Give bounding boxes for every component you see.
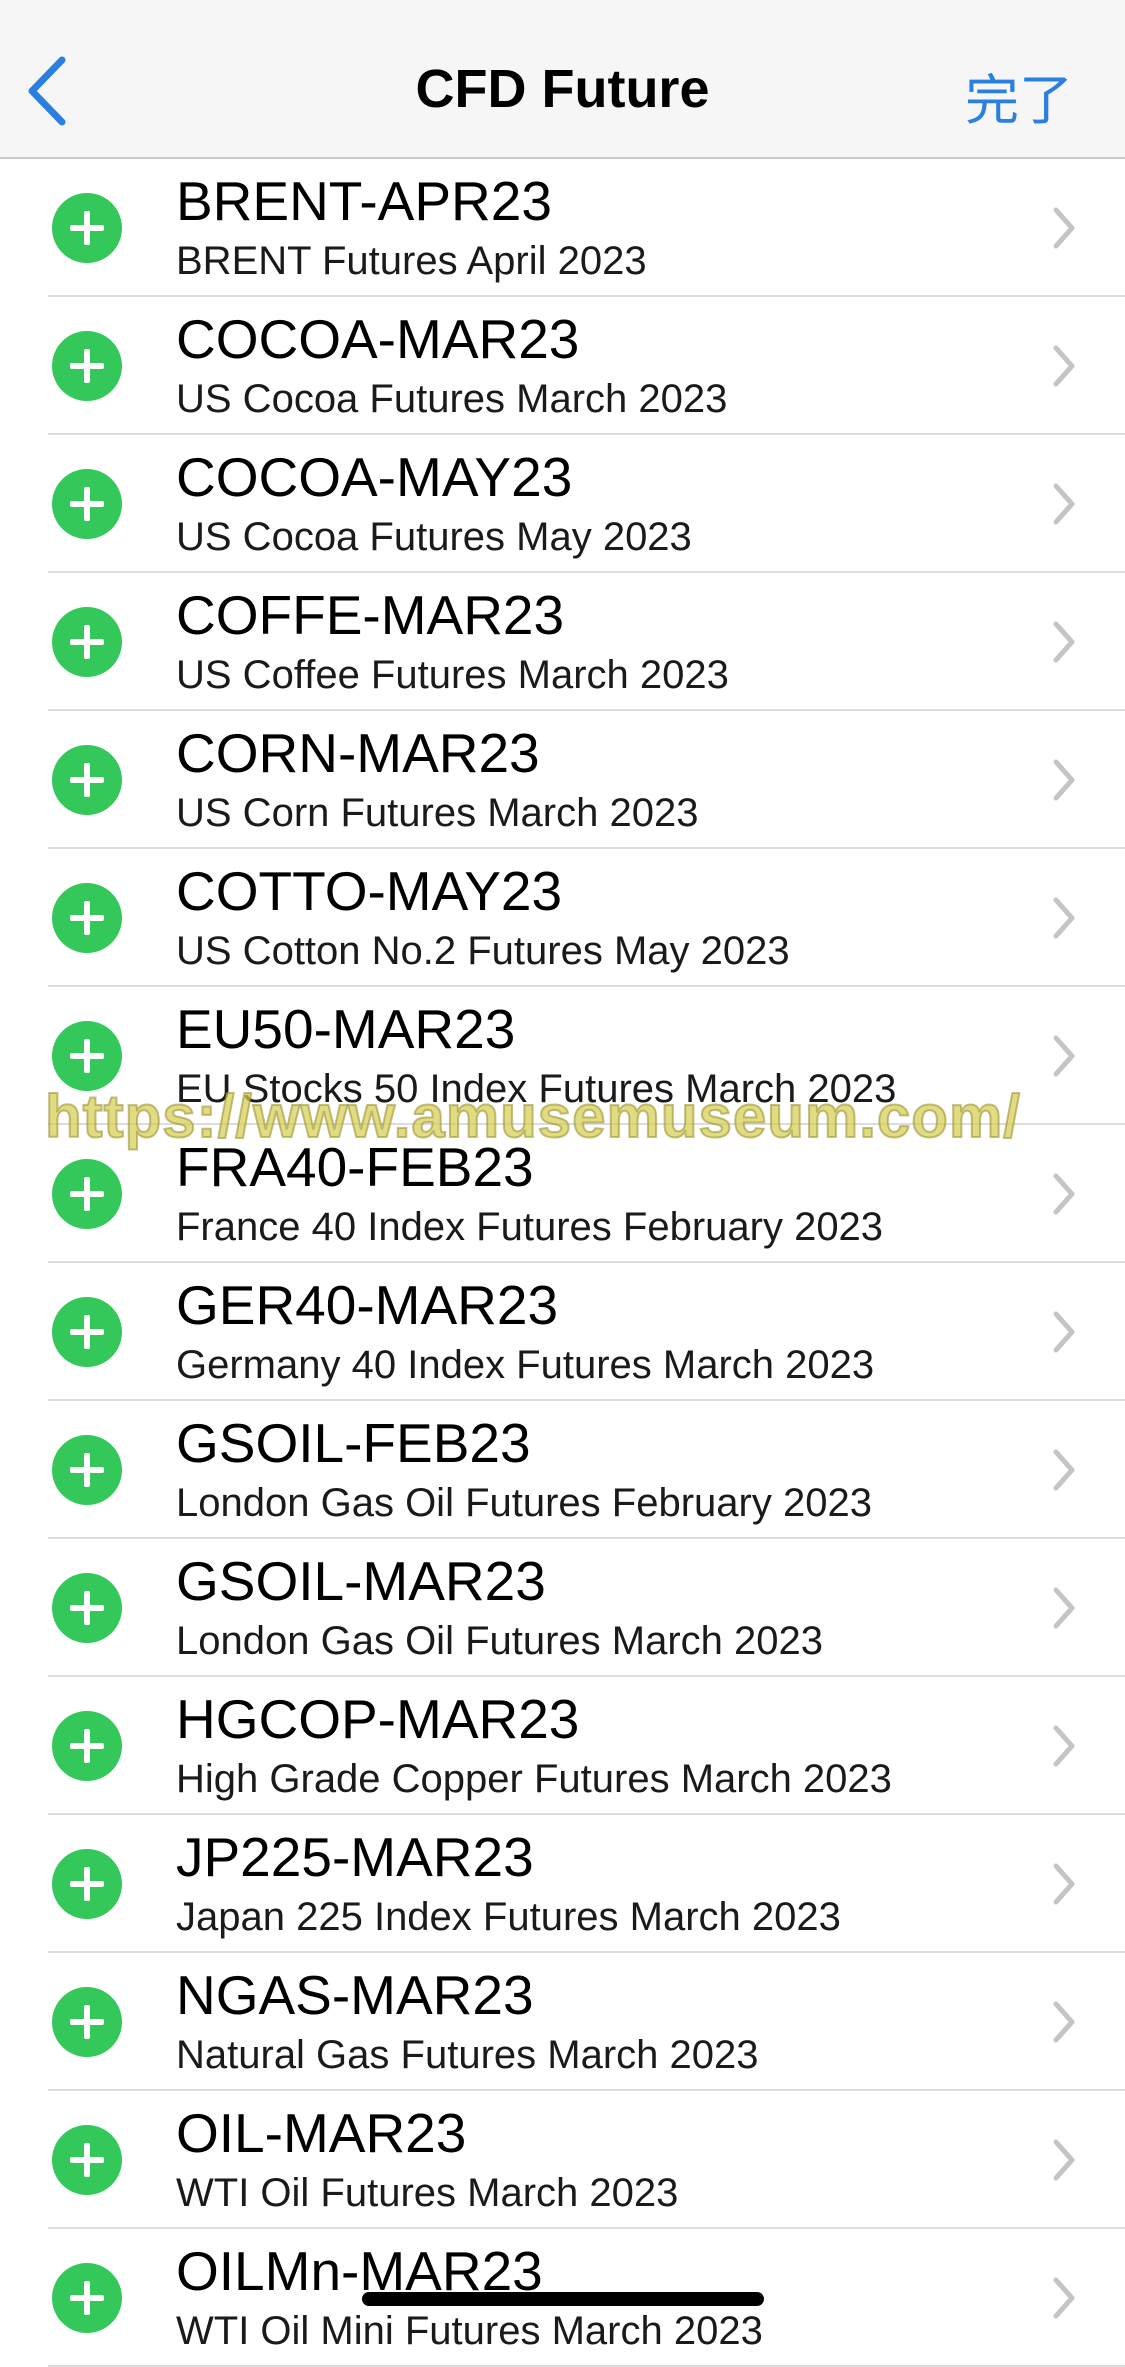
description-label: US Coffee Futures March 2023 (176, 653, 729, 697)
description-label: London Gas Oil Futures February 2023 (176, 1481, 872, 1525)
list-item[interactable]: COFFE-MAR23 US Coffee Futures March 2023 (0, 573, 1125, 711)
description-label: Natural Gas Futures March 2023 (176, 2033, 759, 2077)
chevron-right-icon (1053, 2139, 1075, 2181)
chevron-right-icon (1053, 1863, 1075, 1905)
list-item[interactable]: GSOIL-MAR23 London Gas Oil Futures March … (0, 1539, 1125, 1677)
list-item[interactable]: GER40-MAR23 Germany 40 Index Futures Marc… (0, 1263, 1125, 1401)
chevron-right-icon (1053, 759, 1075, 801)
add-circle-icon[interactable] (52, 1021, 122, 1091)
description-label: London Gas Oil Futures March 2023 (176, 1619, 824, 1663)
add-circle-icon[interactable] (52, 883, 122, 953)
symbol-label: COTTO-MAY23 (176, 860, 563, 922)
add-circle-icon[interactable] (52, 2125, 122, 2195)
description-label: US Cotton No.2 Futures May 2023 (176, 929, 790, 973)
futures-list: BRENT-APR23 BRENT Futures April 2023 COCOA… (0, 159, 1125, 2367)
description-label: High Grade Copper Futures March 2023 (176, 1757, 892, 1801)
list-item[interactable]: JP225-MAR23 Japan 225 Index Futures March… (0, 1815, 1125, 1953)
navigation-bar: CFD Future 完了 (0, 0, 1125, 159)
add-circle-icon[interactable] (52, 1849, 122, 1919)
chevron-right-icon (1053, 207, 1075, 249)
description-label: US Cocoa Futures May 2023 (176, 515, 692, 559)
watermark-text: https://www.amusemuseum.com/ (44, 1082, 1021, 1151)
symbol-label: COCOA-MAR23 (176, 308, 580, 370)
symbol-label: HGCOP-MAR23 (176, 1688, 580, 1750)
symbol-label: CORN-MAR23 (176, 722, 540, 784)
chevron-right-icon (1053, 1311, 1075, 1353)
add-circle-icon[interactable] (52, 1711, 122, 1781)
description-label: WTI Oil Mini Futures March 2023 (176, 2309, 763, 2353)
list-item[interactable]: HGCOP-MAR23 High Grade Copper Futures Mar… (0, 1677, 1125, 1815)
symbol-label: NGAS-MAR23 (176, 1964, 534, 2026)
chevron-right-icon (1053, 1725, 1075, 1767)
chevron-right-icon (1053, 483, 1075, 525)
add-circle-icon[interactable] (52, 1573, 122, 1643)
chevron-right-icon (1053, 1449, 1075, 1491)
chevron-right-icon (1053, 1035, 1075, 1077)
description-label: France 40 Index Futures February 2023 (176, 1205, 884, 1249)
list-item[interactable]: GSOIL-FEB23 London Gas Oil Futures Februa… (0, 1401, 1125, 1539)
add-circle-icon[interactable] (52, 1435, 122, 1505)
symbol-label: GSOIL-MAR23 (176, 1550, 546, 1612)
list-item[interactable]: COCOA-MAY23 US Cocoa Futures May 2023 (0, 435, 1125, 573)
add-circle-icon[interactable] (52, 331, 122, 401)
add-circle-icon[interactable] (52, 745, 122, 815)
list-item[interactable]: BRENT-APR23 BRENT Futures April 2023 (0, 159, 1125, 297)
chevron-right-icon (1053, 1587, 1075, 1629)
chevron-right-icon (1053, 897, 1075, 939)
symbol-label: EU50-MAR23 (176, 998, 516, 1060)
chevron-right-icon (1053, 621, 1075, 663)
description-label: BRENT Futures April 2023 (176, 239, 647, 283)
page-title: CFD Future (415, 59, 710, 119)
description-label: Japan 225 Index Futures March 2023 (176, 1895, 841, 1939)
add-circle-icon[interactable] (52, 1159, 122, 1229)
add-circle-icon[interactable] (52, 2263, 122, 2333)
chevron-right-icon (1053, 345, 1075, 387)
symbol-label: COFFE-MAR23 (176, 584, 565, 646)
chevron-right-icon (1053, 2001, 1075, 2043)
symbol-label: JP225-MAR23 (176, 1826, 534, 1888)
home-indicator (362, 2292, 764, 2306)
description-label: US Cocoa Futures March 2023 (176, 377, 728, 421)
list-item[interactable]: COTTO-MAY23 US Cotton No.2 Futures May 20… (0, 849, 1125, 987)
symbol-label: GER40-MAR23 (176, 1274, 559, 1336)
list-item[interactable]: CORN-MAR23 US Corn Futures March 2023 (0, 711, 1125, 849)
list-item[interactable]: COCOA-MAR23 US Cocoa Futures March 2023 (0, 297, 1125, 435)
done-button[interactable]: 完了 (965, 56, 1073, 135)
add-circle-icon[interactable] (52, 469, 122, 539)
add-circle-icon[interactable] (52, 1297, 122, 1367)
chevron-right-icon (1053, 2277, 1075, 2319)
add-circle-icon[interactable] (52, 607, 122, 677)
symbol-label: GSOIL-FEB23 (176, 1412, 531, 1474)
symbol-label: OIL-MAR23 (176, 2102, 467, 2164)
chevron-right-icon (1053, 1173, 1075, 1215)
add-circle-icon[interactable] (52, 193, 122, 263)
description-label: WTI Oil Futures March 2023 (176, 2171, 679, 2215)
description-label: Germany 40 Index Futures March 2023 (176, 1343, 875, 1387)
list-item[interactable]: NGAS-MAR23 Natural Gas Futures March 2023 (0, 1953, 1125, 2091)
symbol-label: COCOA-MAY23 (176, 446, 573, 508)
symbol-label: BRENT-APR23 (176, 170, 552, 232)
add-circle-icon[interactable] (52, 1987, 122, 2057)
description-label: US Corn Futures March 2023 (176, 791, 699, 835)
list-item[interactable]: OIL-MAR23 WTI Oil Futures March 2023 (0, 2091, 1125, 2229)
